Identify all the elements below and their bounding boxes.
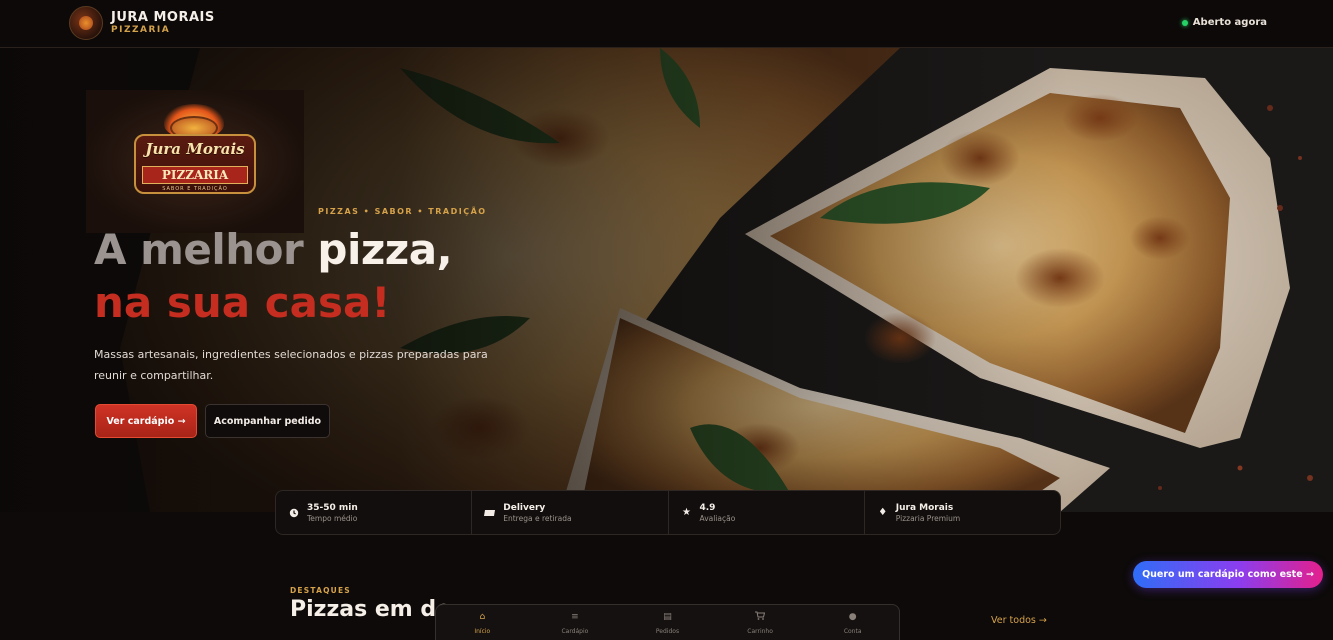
stats-bar: 35-50 min Tempo médio Delivery Entrega e… [275, 490, 1061, 535]
menu-icon: ≡ [571, 612, 579, 622]
stat-value: 4.9 [699, 502, 716, 513]
tab-orders[interactable]: ▤ Pedidos [621, 605, 714, 640]
tab-cart[interactable]: Carrinho [714, 605, 807, 640]
logo-ribbon: PIZZARIA [142, 166, 248, 184]
featured-title: Pizzas em de [290, 597, 452, 622]
logo-title: Jura Morais [145, 140, 245, 158]
tab-label: Início [474, 628, 491, 635]
top-navbar: JURA MORAIS PIZZARIA Aberto agora [0, 0, 1333, 48]
tab-label: Pedidos [655, 628, 680, 635]
featured-eyebrow: DESTAQUES [290, 586, 351, 595]
delivery-icon [484, 507, 496, 519]
stat-item: ♦ Jura Morais Pizzaria Premium [865, 491, 1060, 534]
headline-part-2: pizza, [317, 225, 453, 274]
orders-icon: ▤ [663, 612, 672, 622]
tab-label: Conta [843, 628, 862, 635]
stat-value: Delivery [503, 502, 546, 513]
logo-tagline: SABOR E TRADIÇÃO [162, 186, 228, 192]
hero-eyebrow: PIZZAS • SABOR • TRADIÇÃO [318, 207, 487, 216]
see-all-link[interactable]: Ver todos → [991, 615, 1047, 626]
tab-menu[interactable]: ≡ Cardápio [529, 605, 622, 640]
star-icon: ★ [682, 507, 691, 518]
account-icon: ● [848, 612, 857, 622]
stat-value: Jura Morais [895, 502, 954, 513]
brand[interactable]: JURA MORAIS PIZZARIA [69, 6, 215, 40]
pizzeria-logo: Jura Morais PIZZARIA SABOR E TRADIÇÃO [86, 90, 304, 233]
stat-label: Entrega e retirada [503, 513, 572, 523]
hero-headline-accent: na sua casa! [94, 278, 391, 327]
bottom-tab-bar: ⌂ Início ≡ Cardápio ▤ Pedidos Carrinho ●… [435, 604, 900, 640]
stat-item: 35-50 min Tempo médio [276, 491, 473, 534]
cart-icon [755, 611, 766, 623]
status-dot-icon [1181, 19, 1188, 26]
headline-part-1: A melhor [94, 225, 318, 274]
status-label: Aberto agora [1192, 17, 1267, 28]
hero-lead: Massas artesanais, ingredientes selecion… [94, 348, 488, 382]
tab-label: Carrinho [747, 628, 773, 635]
tab-home[interactable]: ⌂ Início [436, 605, 529, 640]
diamond-icon: ♦ [878, 507, 888, 518]
home-icon: ⌂ [479, 612, 486, 622]
brand-logo-icon [69, 6, 103, 40]
brand-name: JURA MORAIS [111, 10, 215, 25]
tab-account[interactable]: ● Conta [806, 605, 899, 640]
stat-value: 35-50 min [307, 502, 358, 513]
stat-item: ★ 4.9 Avaliação [669, 491, 865, 534]
tab-label: Cardápio [561, 628, 589, 635]
request-menu-button[interactable]: Quero um cardápio como este → [1133, 561, 1323, 588]
stat-item: Delivery Entrega e retirada [472, 491, 669, 534]
brand-subtitle: PIZZARIA [111, 25, 171, 35]
view-menu-button[interactable]: Ver cardápio → [95, 404, 197, 438]
stat-label: Avaliação [699, 513, 736, 523]
clock-icon [288, 507, 300, 519]
track-order-button[interactable]: Acompanhar pedido [205, 404, 330, 438]
open-status: Aberto agora [1181, 17, 1267, 28]
stat-label: Pizzaria Premium [895, 513, 961, 523]
hero-headline: A melhor pizza, [94, 225, 453, 275]
stat-label: Tempo médio [307, 513, 358, 523]
